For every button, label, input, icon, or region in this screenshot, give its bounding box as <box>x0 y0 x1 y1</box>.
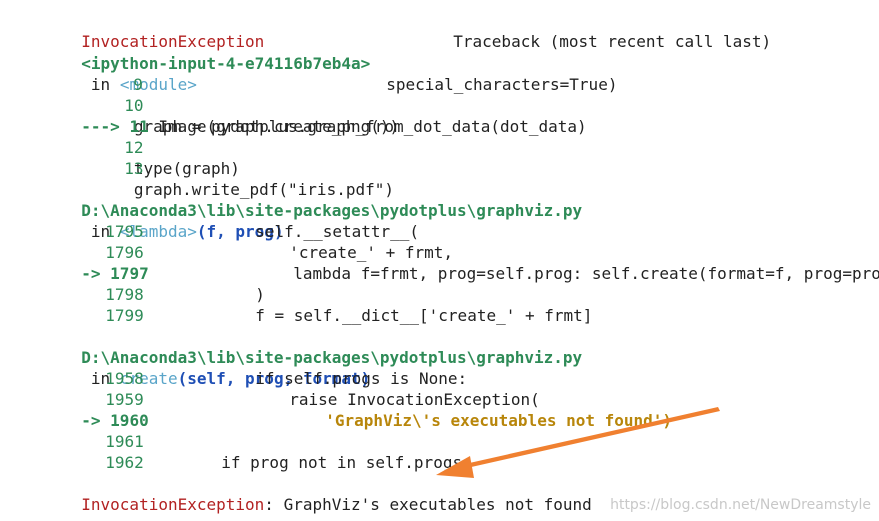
frame2-line-code: self.__setattr__( <box>236 200 419 241</box>
line-number: 1962 <box>105 453 144 472</box>
frame1-line: 10 graph = pydotplus.graph_from_dot_data… <box>105 74 586 136</box>
final-error-message: : GraphViz's executables not found <box>264 495 592 514</box>
frame2-header: D:\Anaconda3\lib\site-packages\pydotplus… <box>62 179 582 241</box>
frame2-current-line: -> 1797 <box>62 242 148 283</box>
frame3-line: 1961 <box>86 410 144 451</box>
code-text: if prog not in self.progs: <box>221 453 472 472</box>
frame3-current-code: 'GraphViz\'s executables not found') <box>306 389 672 430</box>
frame1-current-line: ---> 11 Image(graph.create_png()) <box>62 95 399 136</box>
frame1-line: 12 type(graph) <box>105 116 240 178</box>
code-text: 'GraphViz\'s executables not found') <box>325 411 673 430</box>
traceback-header: InvocationException <box>62 10 264 51</box>
frame1-line: 9 <box>114 53 143 94</box>
line-number: 1799 <box>105 306 144 325</box>
frame3-line-code: if prog not in self.progs: <box>202 431 471 472</box>
frame1-line: 13 graph.write_pdf("iris.pdf") <box>105 137 394 199</box>
frame2-line: 1799 <box>86 284 144 325</box>
frame2-line-code: f = self.__dict__['create_' + frmt] <box>236 284 592 325</box>
frame3-current-line: -> 1960 <box>62 389 148 430</box>
final-error-line: InvocationException: GraphViz's executab… <box>62 473 592 514</box>
code-text: lambda f=frmt, prog=self.prog: self.crea… <box>293 264 879 283</box>
code-text: type(graph) <box>133 159 240 178</box>
frame2-line-code: 'create_' + frmt, <box>270 221 453 262</box>
code-text: f = self.__dict__['create_' + frmt] <box>255 306 593 325</box>
frame3-line: 1958 <box>86 347 144 388</box>
frame1-line-code: special_characters=True) <box>367 53 617 94</box>
watermark: https://blog.csdn.net/NewDreamstyle <box>610 497 871 513</box>
final-error-name: InvocationException <box>81 495 265 514</box>
line-number: 13 <box>124 159 144 178</box>
frame3-line-code: raise InvocationException( <box>270 368 539 409</box>
frame2-line: 1798 <box>86 263 144 304</box>
frame2-current-code: lambda f=frmt, prog=self.prog: self.crea… <box>274 242 879 283</box>
frame3-line: 1959 <box>86 368 144 409</box>
frame3-line-code: if self.progs is None: <box>236 347 467 388</box>
frame2-line: 1796 <box>86 221 144 262</box>
frame2-line-code: ) <box>236 263 265 304</box>
frame3-line: 1962 <box>86 431 144 472</box>
traceback-title-line: Traceback (most recent call last) <box>434 10 771 51</box>
traceback-title: Traceback (most recent call last) <box>453 32 772 51</box>
frame3-header: D:\Anaconda3\lib\site-packages\pydotplus… <box>62 326 582 388</box>
frame1-header: <ipython-input-4-e74116b7eb4a> in <modul… <box>62 32 370 94</box>
frame2-line: 1795 <box>86 200 144 241</box>
